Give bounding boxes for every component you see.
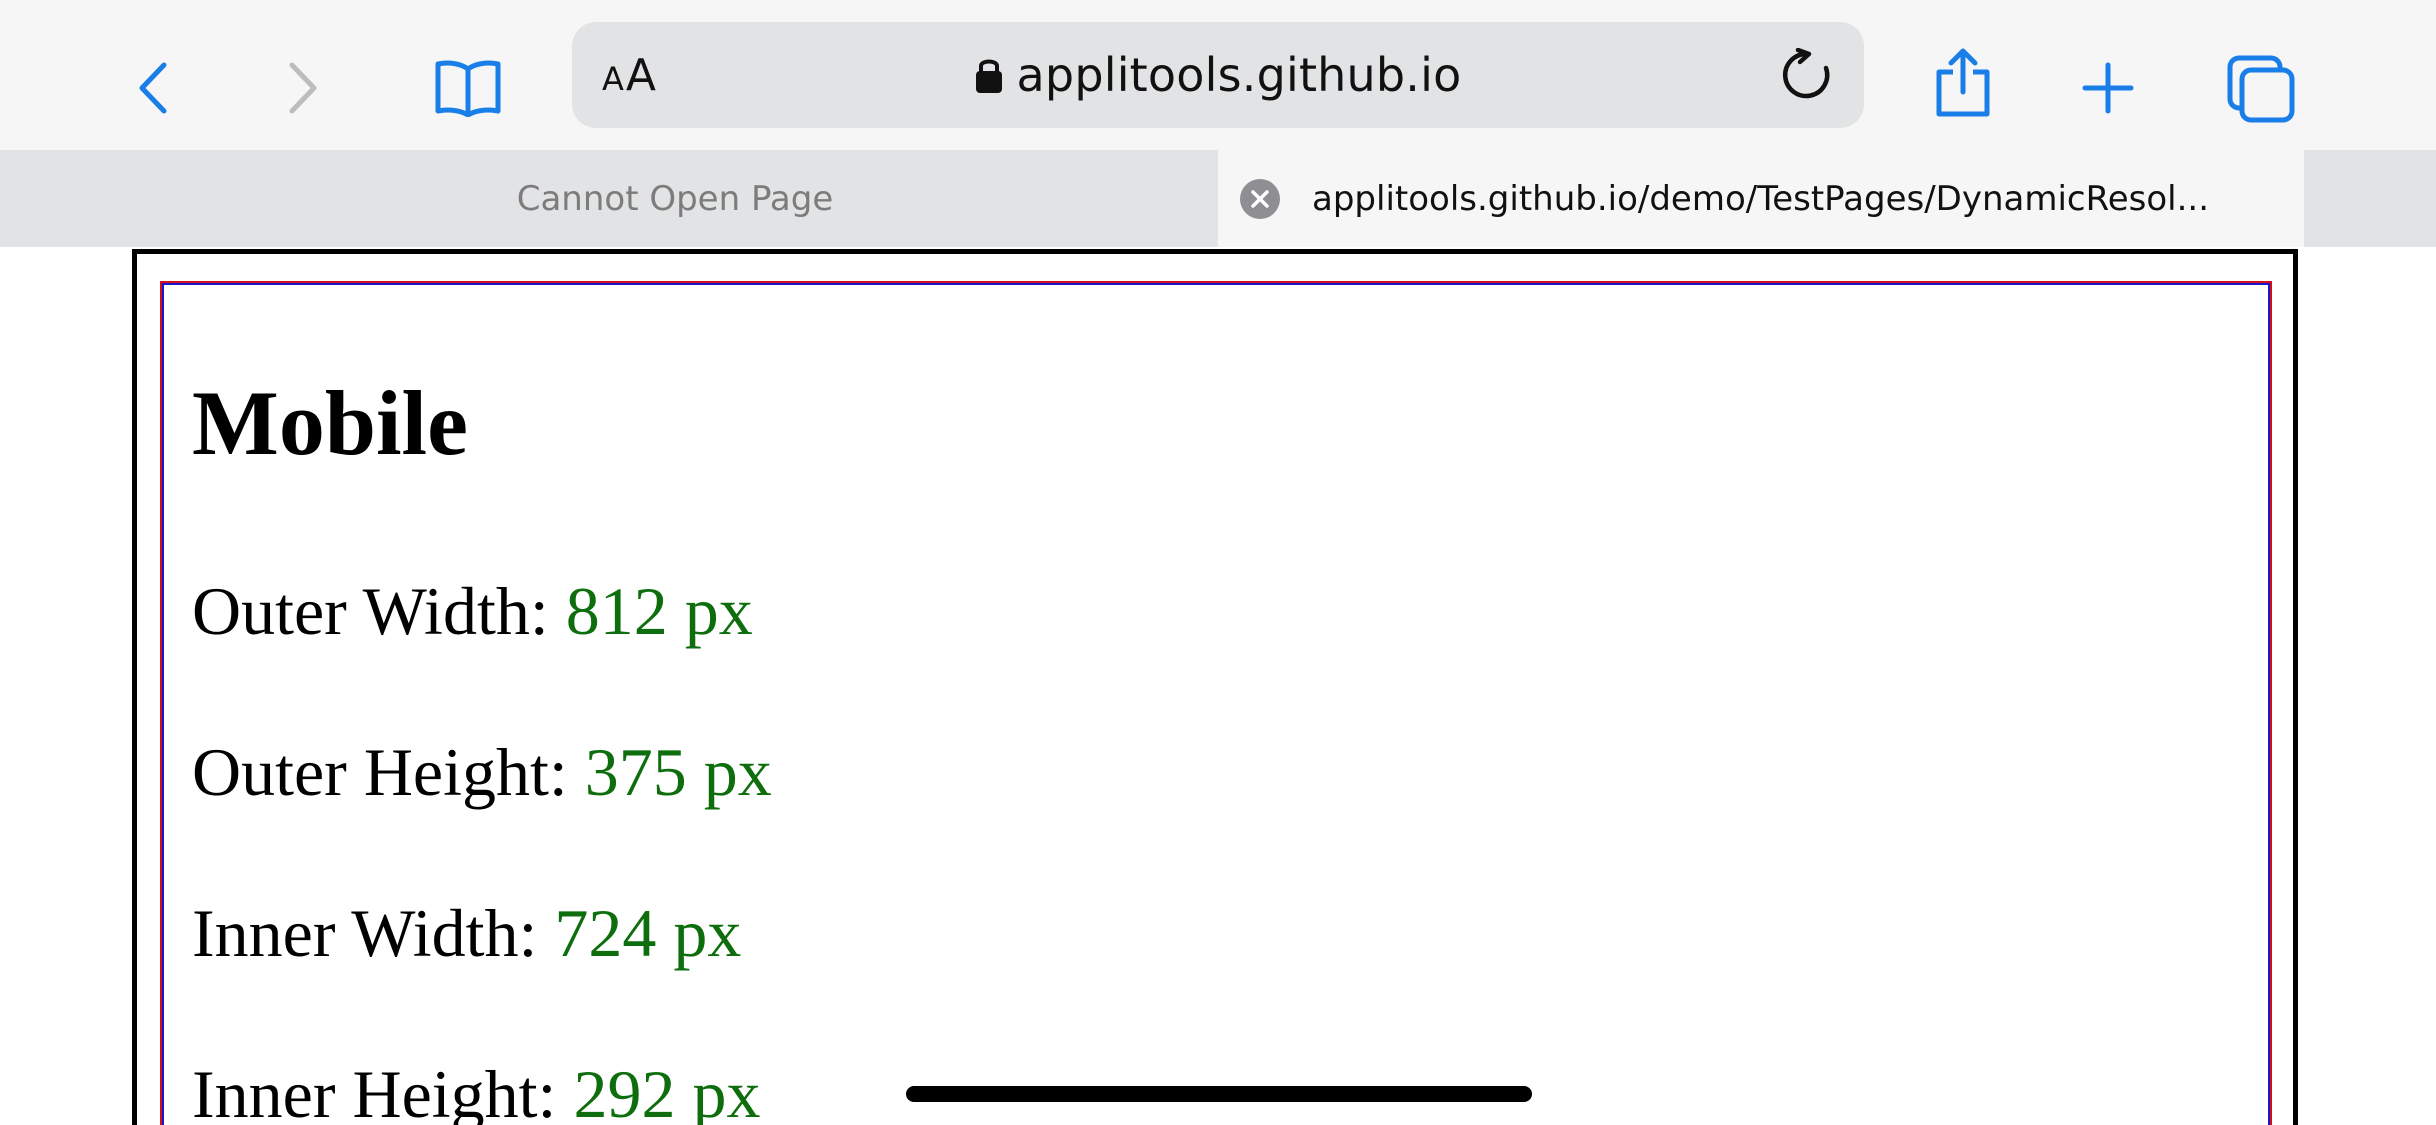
tab-close-button[interactable] <box>1240 178 1280 219</box>
tab-label: applitools.github.io/demo/TestPages/Dyna… <box>1312 178 2209 219</box>
inner-frame <box>160 281 2272 1125</box>
metric-value: 724 px <box>554 895 742 971</box>
tabs-overview-button[interactable] <box>2226 54 2296 124</box>
tabs-overview-icon <box>2227 55 2295 123</box>
address-bar[interactable]: A A applitools.github.io <box>572 22 1864 128</box>
inner-height-row: Inner Height: 292 px <box>192 1060 760 1125</box>
url-text: applitools.github.io <box>1016 48 1462 102</box>
bookmarks-icon <box>435 60 501 117</box>
reload-button[interactable] <box>1778 46 1836 104</box>
url-display[interactable]: applitools.github.io <box>572 22 1864 128</box>
tab-cannot-open-page[interactable]: Cannot Open Page <box>132 150 1218 247</box>
share-icon <box>1936 48 1990 117</box>
home-indicator[interactable] <box>906 1086 1532 1102</box>
metric-label: Outer Width: <box>192 573 566 649</box>
tab-strip: Cannot Open Page applitools.github.io/de… <box>0 150 2436 247</box>
page-title: Mobile <box>192 372 468 474</box>
tab-active-dynamic-resolution[interactable]: applitools.github.io/demo/TestPages/Dyna… <box>1218 150 2304 247</box>
lock-icon <box>975 59 1002 93</box>
forward-button[interactable] <box>278 58 328 118</box>
outer-width-row: Outer Width: 812 px <box>192 577 753 645</box>
metric-value: 812 px <box>565 573 753 649</box>
metric-label: Outer Height: <box>192 734 585 810</box>
web-page-content: Mobile Outer Width: 812 px Outer Height:… <box>0 247 2436 1125</box>
metric-value: 375 px <box>584 734 772 810</box>
share-button[interactable] <box>1930 46 1996 120</box>
forward-icon <box>289 62 317 114</box>
inner-width-row: Inner Width: 724 px <box>192 899 741 967</box>
reload-icon <box>1782 48 1830 99</box>
tab-label: Cannot Open Page <box>516 178 834 219</box>
metric-value: 292 px <box>573 1056 761 1125</box>
browser-toolbar: A A applitools.github.io <box>0 0 2436 150</box>
new-tab-button[interactable] <box>2080 60 2136 116</box>
back-button[interactable] <box>128 58 178 118</box>
tab-close-icon <box>1251 189 1269 208</box>
metric-label: Inner Height: <box>192 1056 574 1125</box>
outer-height-row: Outer Height: 375 px <box>192 738 772 806</box>
back-icon <box>139 62 167 114</box>
metric-label: Inner Width: <box>192 895 555 971</box>
new-tab-icon <box>2082 62 2134 114</box>
bookmarks-button[interactable] <box>432 56 504 120</box>
